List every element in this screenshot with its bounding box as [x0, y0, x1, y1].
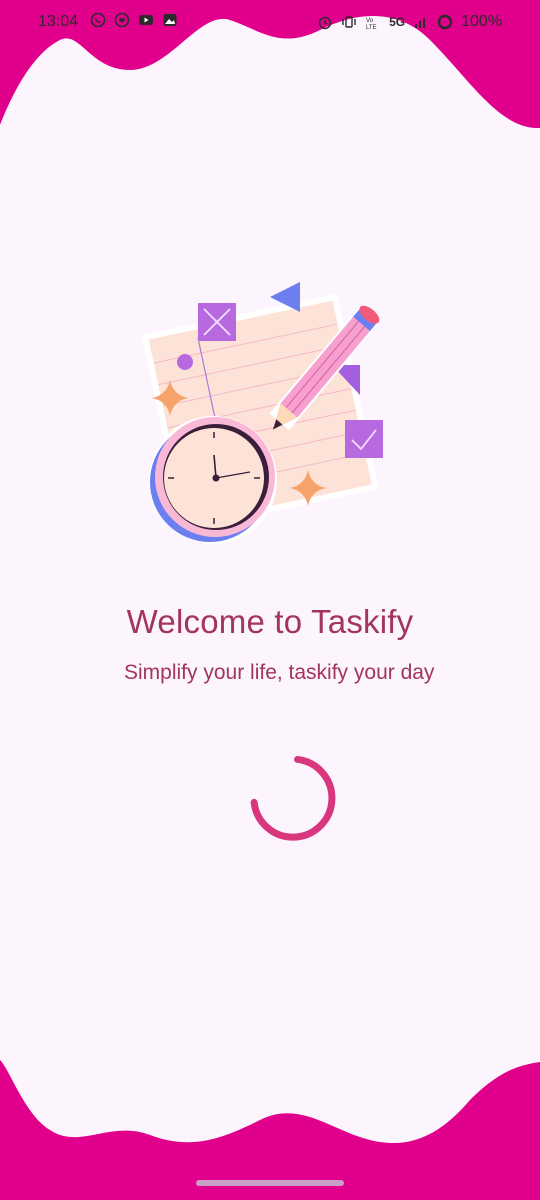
clock-icon: [149, 416, 277, 544]
youtube-icon: [139, 15, 153, 25]
x-checkbox-icon: [198, 303, 236, 341]
home-indicator[interactable]: [196, 1180, 344, 1186]
bottom-wave-decoration: [0, 1060, 540, 1200]
network-type: 5G: [389, 15, 406, 29]
purple-dot: [177, 354, 193, 370]
svg-text:LTE: LTE: [366, 25, 377, 30]
task-clock-pencil-illustration: [141, 282, 383, 544]
welcome-subtitle: Simplify your life, taskify your day: [124, 661, 435, 684]
welcome-title: Welcome to Taskify: [126, 603, 414, 640]
battery-level: 100%: [461, 13, 502, 30]
battery-icon: [437, 14, 453, 30]
vibrate-icon: [342, 16, 356, 28]
status-bar: 13:04 Vo LTE 5G 100%: [0, 0, 540, 44]
alarm-icon: [318, 16, 332, 30]
whatsapp-icon: [90, 12, 106, 28]
heart-icon: [114, 12, 130, 28]
svg-text:Vo: Vo: [366, 18, 374, 24]
loading-spinner: [250, 755, 336, 841]
signal-icon: [415, 18, 426, 28]
volte-icon: VoLTE: [366, 18, 377, 30]
gallery-icon: [163, 14, 177, 26]
checkmark-box-icon: [345, 420, 383, 458]
status-time: 13:04: [38, 13, 79, 30]
